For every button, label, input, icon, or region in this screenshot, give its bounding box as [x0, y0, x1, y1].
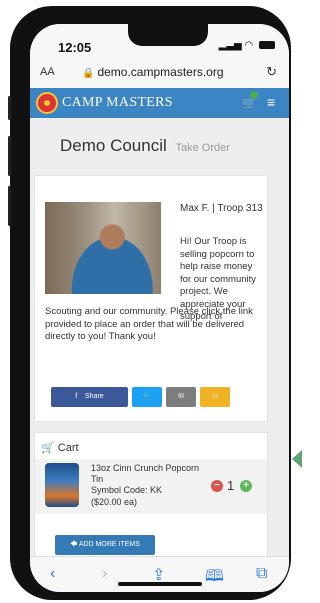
facebook-share-button[interactable]: f Share [51, 387, 128, 407]
phone-side-button [8, 186, 11, 226]
back-icon[interactable]: ‹ [50, 565, 55, 583]
twitter-share-button[interactable]: 🐦 [132, 387, 162, 407]
status-time: 12:05 [58, 40, 92, 55]
phone-frame: 12:05 ▂▃▅ ◠ AA 🔒 demo.campmasters.org ↻ C… [8, 6, 291, 600]
phone-side-button [8, 96, 11, 120]
status-icons: ▂▃▅ ◠ [219, 40, 275, 51]
item-price: ($20.00 ea) [91, 497, 138, 507]
site-navbar: CAMP MASTERS 🛒 ≡ [30, 88, 289, 118]
reload-icon[interactable]: ↻ [266, 64, 277, 80]
twitter-icon: 🐦 [142, 393, 152, 400]
facebook-icon: f [75, 393, 78, 400]
sms-share-button[interactable]: ▭ [200, 387, 230, 407]
council-name: Demo Council [60, 136, 167, 155]
text-size-button[interactable]: AA [40, 66, 55, 78]
scout-photo [45, 202, 161, 294]
tabs-icon[interactable]: ⧉ [256, 565, 267, 583]
wifi-icon: ◠ [244, 40, 254, 51]
bookmarks-icon[interactable]: 🕮 [205, 565, 224, 592]
status-bar: 12:05 ▂▃▅ ◠ [30, 24, 289, 58]
cart-count-badge [250, 91, 258, 99]
notch [128, 24, 208, 46]
arrow-left-icon: 🡄 [70, 541, 78, 548]
pointer-arrow [292, 450, 302, 468]
message-icon: ▭ [211, 393, 219, 400]
cart-heading-label: Cart [57, 442, 79, 454]
address-field[interactable]: 🔒 demo.campmasters.org [82, 65, 224, 79]
item-quantity: 1 [227, 478, 235, 493]
popcorn-tin-image [45, 463, 79, 507]
battery-icon [259, 41, 275, 50]
decrease-quantity-button[interactable]: − [211, 480, 223, 492]
phone-side-button [8, 136, 11, 176]
lock-icon: 🔒 [82, 68, 95, 79]
facebook-share-label: Share [85, 393, 104, 400]
phone-screen: 12:05 ▂▃▅ ◠ AA 🔒 demo.campmasters.org ↻ C… [30, 24, 289, 592]
cart-line-item: 13oz Cinn Crunch Popcorn Tin Symbol Code… [35, 459, 267, 514]
forward-icon[interactable]: › [102, 565, 107, 583]
home-indicator [118, 582, 202, 586]
increase-quantity-button[interactable]: + [240, 480, 252, 492]
browser-url-bar: AA 🔒 demo.campmasters.org ↻ [30, 58, 289, 89]
brand-name[interactable]: CAMP MASTERS [62, 95, 173, 111]
add-more-items-label: ADD MORE ITEMS [78, 541, 140, 548]
camp-masters-logo-icon[interactable] [36, 92, 58, 114]
scout-profile-card: Max F. | Troop 313 Hi! Our Troop is sell… [34, 175, 268, 422]
signal-icon: ▂▃▅ [218, 40, 242, 51]
item-symbol-code: Symbol Code: KK [91, 485, 163, 495]
page-title: Demo Council Take Order [60, 136, 230, 156]
scout-name: Max F. | Troop 313 [180, 203, 263, 214]
add-more-items-button[interactable]: 🡄 ADD MORE ITEMS [55, 535, 155, 555]
envelope-icon: ✉ [178, 393, 184, 400]
cart-heading-icon: 🛒 [41, 442, 55, 454]
scout-message-part2: Scouting and our community. Please click… [45, 306, 253, 342]
hamburger-menu-icon[interactable]: ≡ [267, 94, 275, 110]
cart-heading: 🛒 Cart [41, 441, 79, 454]
page-subtitle: Take Order [175, 142, 230, 154]
url-text: demo.campmasters.org [97, 65, 224, 79]
item-name: 13oz Cinn Crunch Popcorn Tin [91, 463, 200, 484]
email-share-button[interactable]: ✉ [166, 387, 196, 407]
browser-toolbar: ‹ › ⇪ 🕮 ⧉ [30, 556, 289, 592]
